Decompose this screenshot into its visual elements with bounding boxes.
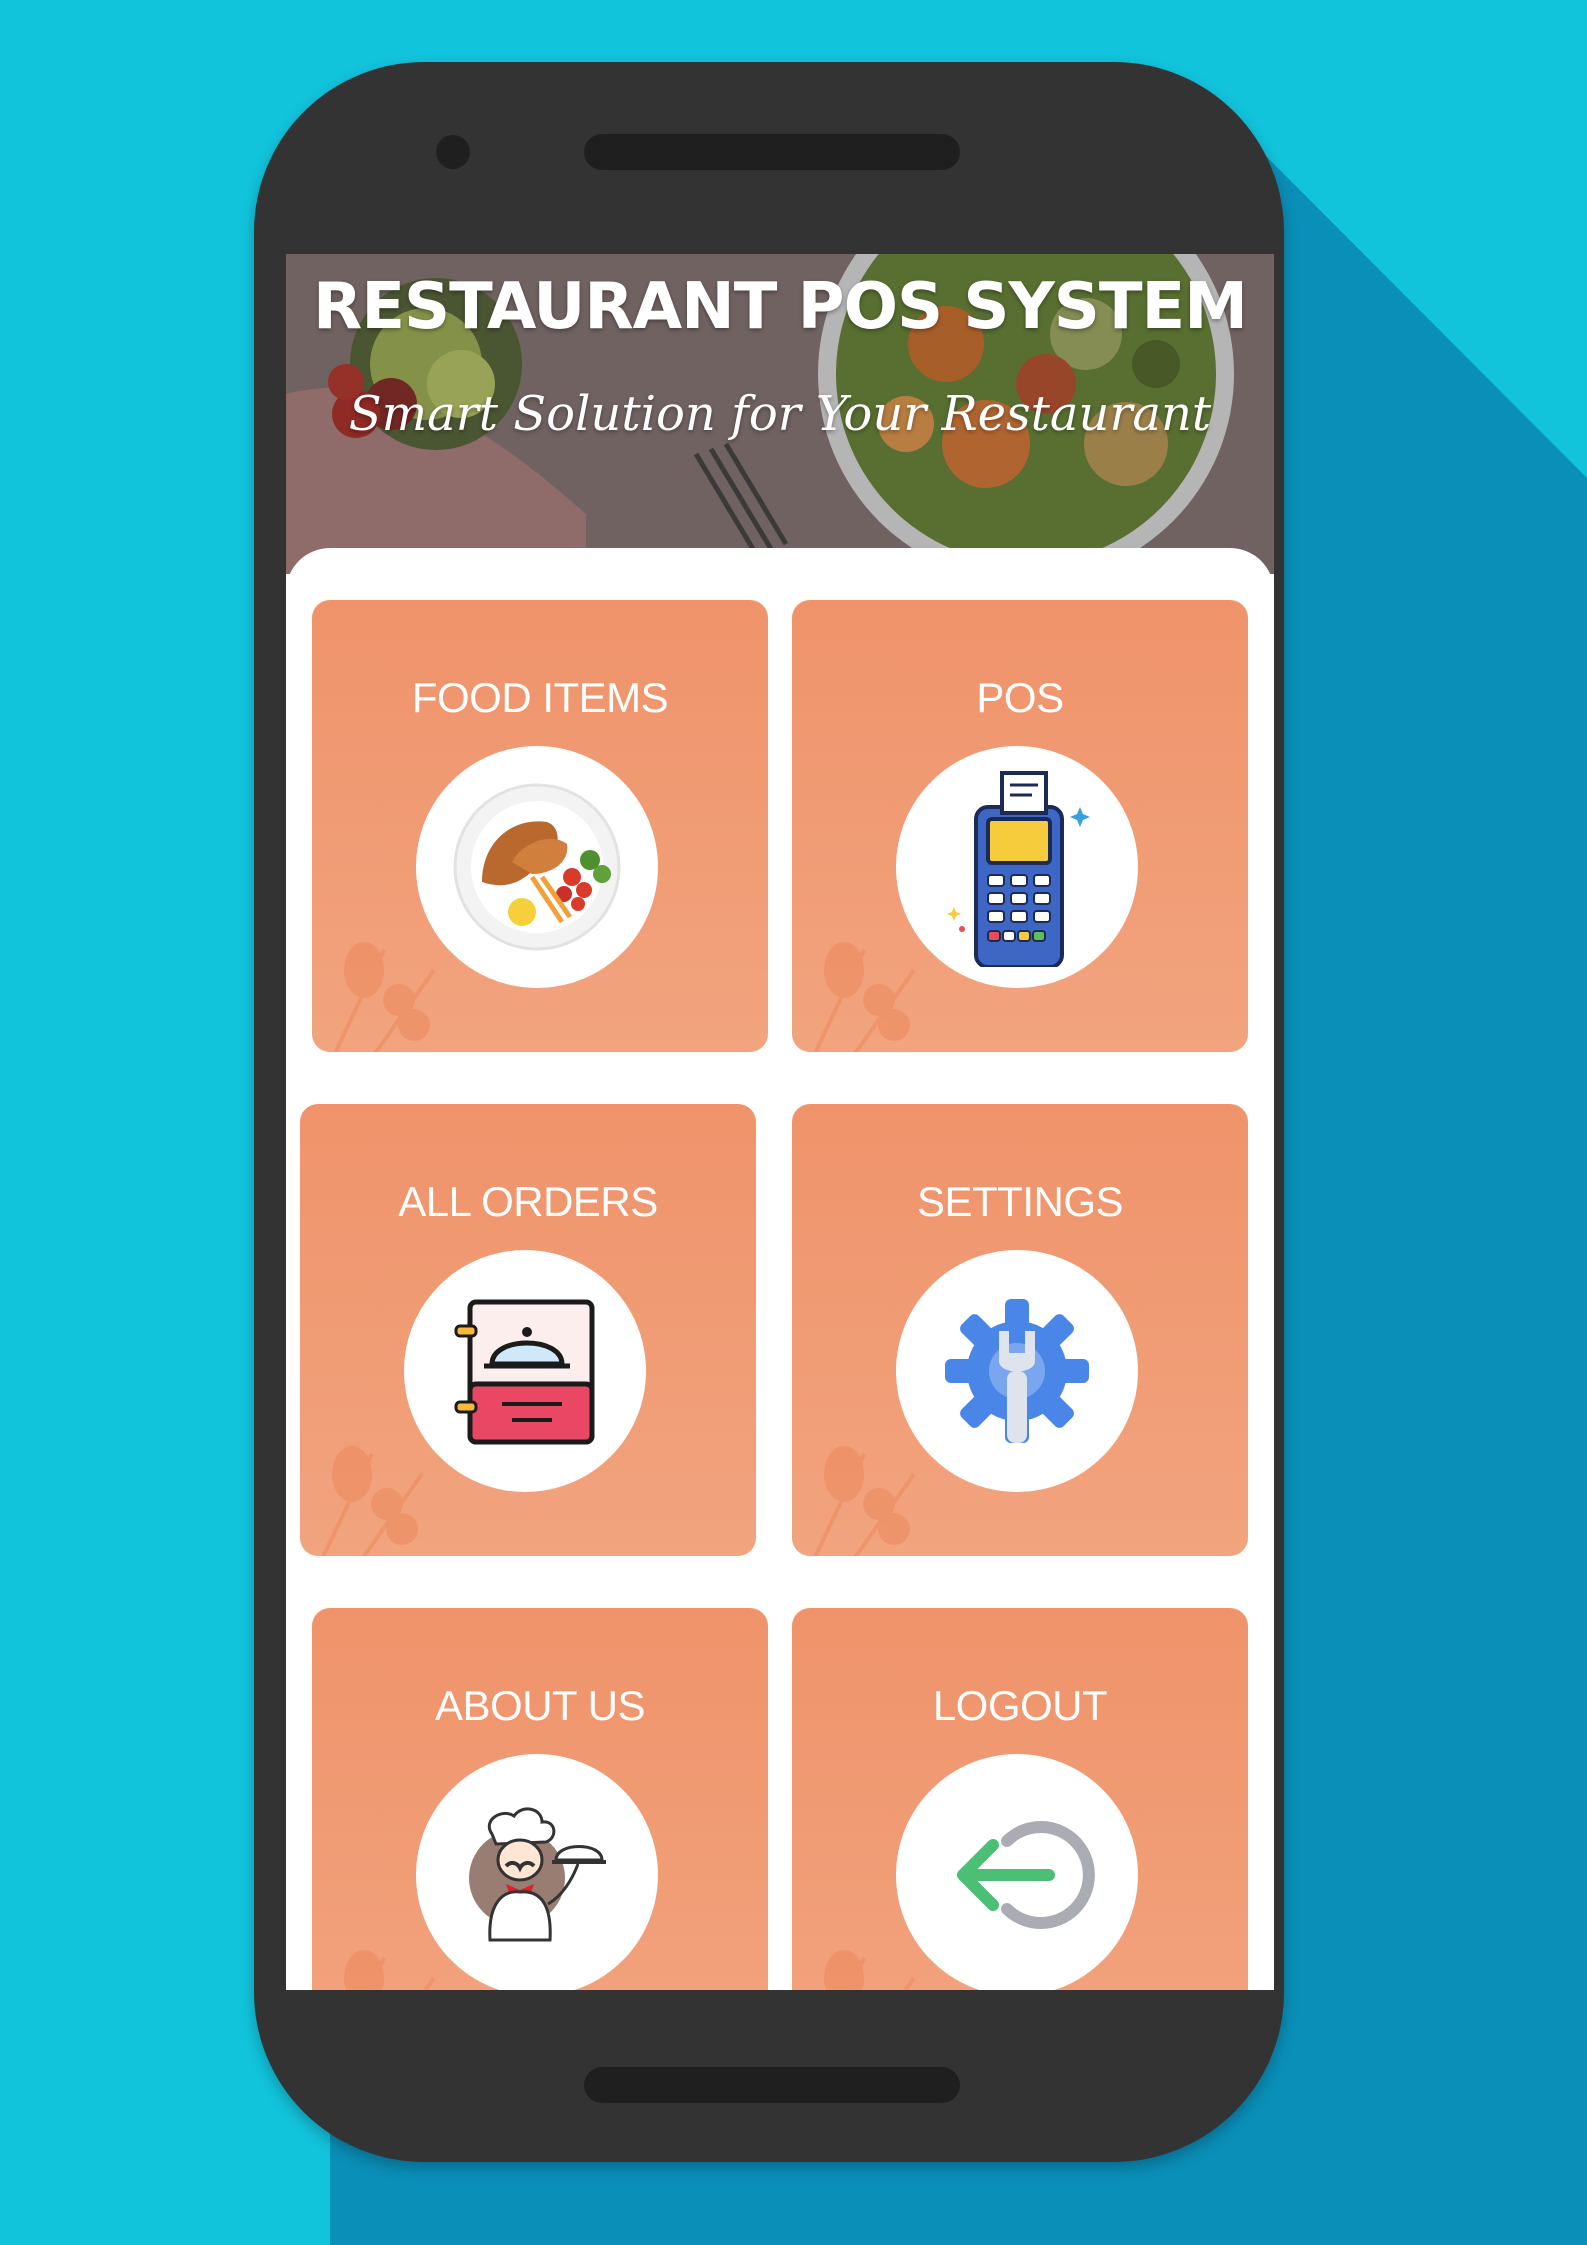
logout-icon (957, 1821, 1095, 1929)
all-orders-label: ALL ORDERS (398, 1178, 658, 1225)
phone-home-bar (584, 2067, 960, 2103)
settings-icon-circle (896, 1250, 1138, 1492)
chef-icon (469, 1807, 606, 1942)
food-items-label: FOOD ITEMS (411, 674, 669, 721)
app-subtitle: Smart Solution for Your Restaurant (348, 386, 1212, 442)
logout-icon-circle (896, 1754, 1138, 1990)
food-plate-icon (453, 783, 621, 951)
skewer-decoration-icon (813, 942, 916, 1052)
skewer-decoration-icon (824, 1950, 916, 1990)
pos-label: POS (976, 674, 1064, 721)
food-items-icon-circle (416, 746, 658, 988)
pos-icon-circle (896, 746, 1138, 988)
about-us-icon-circle (416, 1754, 658, 1990)
header-banner: RESTAURANT POS SYSTEM Smart Solution for… (286, 254, 1274, 574)
all-orders-icon-circle (404, 1250, 646, 1492)
skewer-decoration-icon (321, 1446, 424, 1556)
about-us-card[interactable]: ABOUT US (312, 1608, 768, 1990)
order-book-icon (454, 1299, 595, 1445)
about-us-label: ABOUT US (435, 1682, 645, 1729)
logout-card[interactable]: LOGOUT (792, 1608, 1248, 1990)
food-items-card[interactable]: FOOD ITEMS (312, 600, 768, 1052)
logout-label: LOGOUT (932, 1682, 1108, 1729)
phone-camera (436, 135, 470, 169)
phone-speaker (584, 134, 960, 170)
settings-card[interactable]: SETTINGS (792, 1104, 1248, 1556)
skewer-decoration-icon (344, 1950, 436, 1990)
menu-panel: FOOD ITEMS POS ALL ORDERS SETTINGS ABOUT… (286, 548, 1274, 1990)
skewer-decoration-icon (333, 942, 436, 1052)
pos-card[interactable]: POS (792, 600, 1248, 1052)
skewer-decoration-icon (813, 1446, 916, 1556)
app-screen: RESTAURANT POS SYSTEM Smart Solution for… (286, 254, 1274, 1990)
gear-wrench-icon (945, 1299, 1089, 1443)
app-title: RESTAURANT POS SYSTEM (313, 270, 1248, 344)
all-orders-card[interactable]: ALL ORDERS (300, 1104, 756, 1556)
pos-terminal-icon (947, 771, 1090, 967)
settings-label: SETTINGS (916, 1178, 1124, 1225)
